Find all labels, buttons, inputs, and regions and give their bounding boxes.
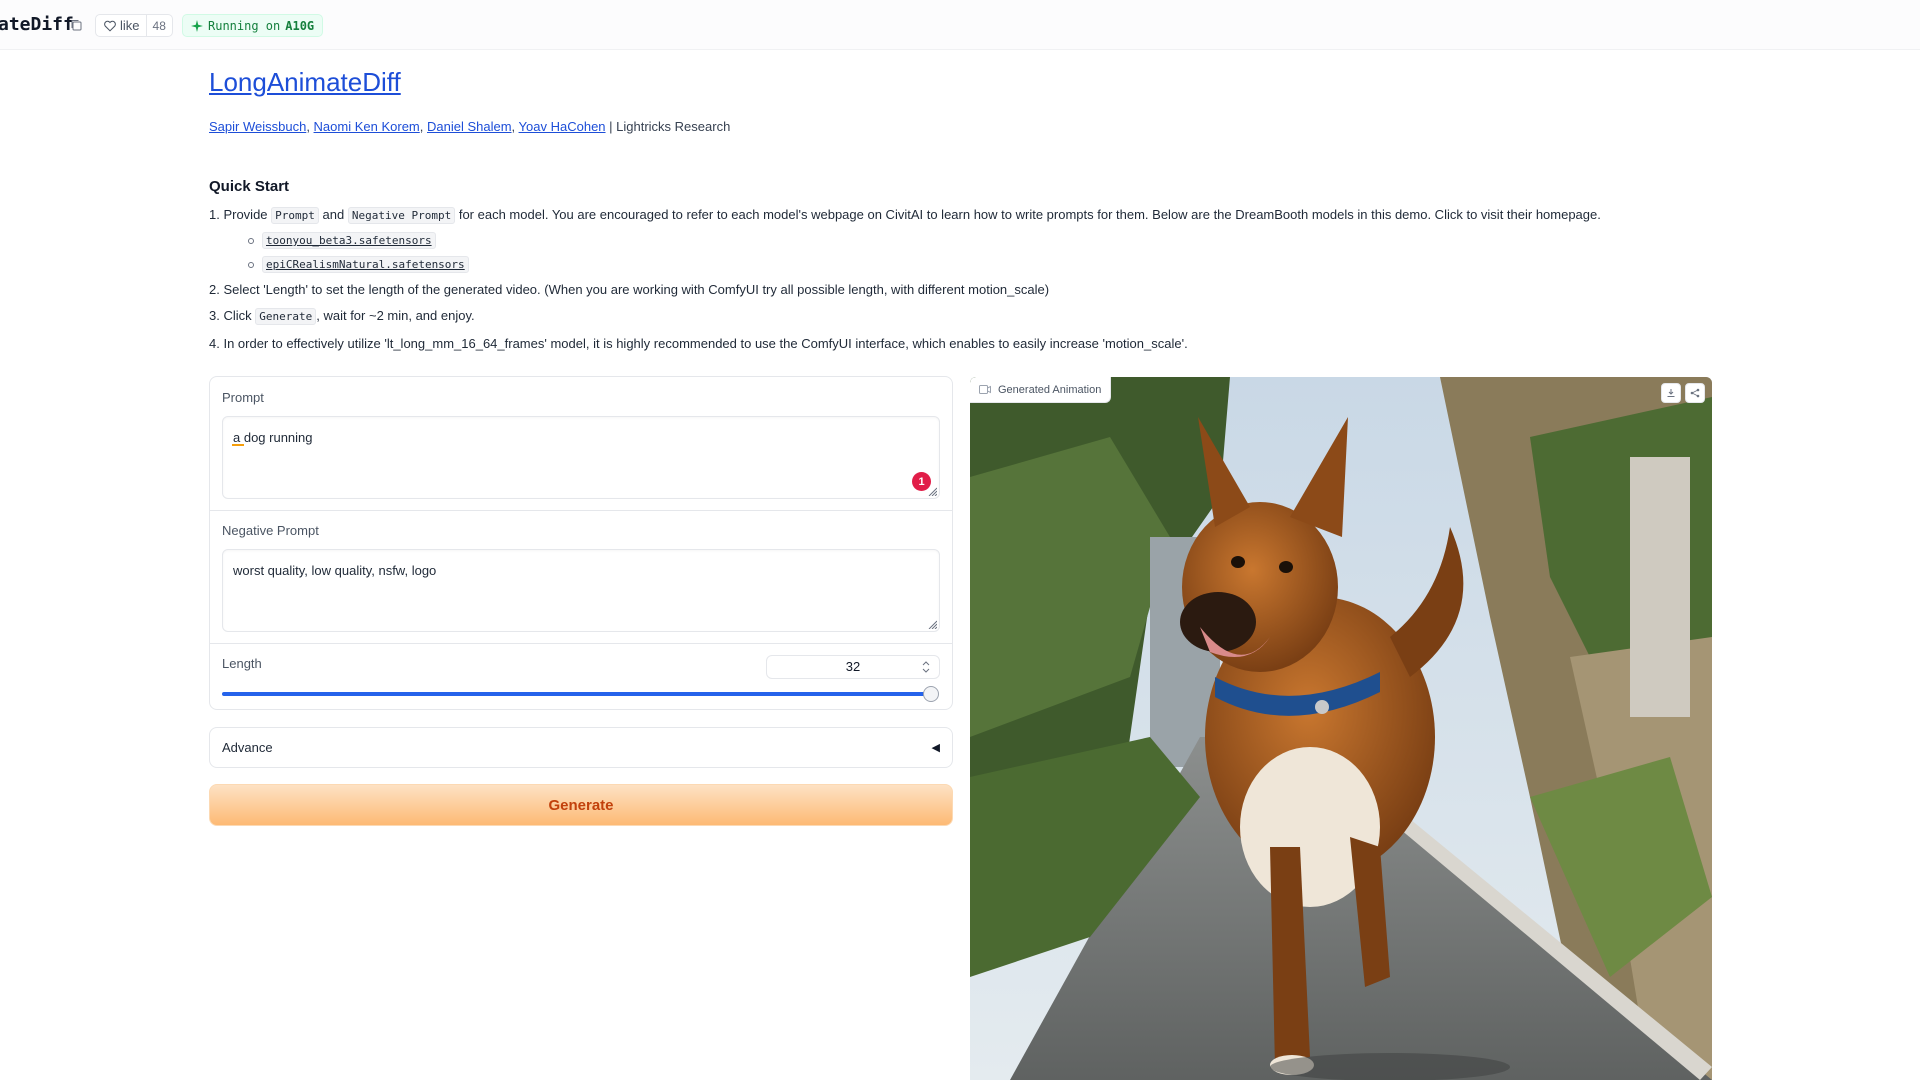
running-badge: Running on A10G [182,14,324,37]
code-prompt: Prompt [271,207,319,224]
like-label: like [120,18,140,33]
hardware-label: A10G [285,18,315,33]
generate-button[interactable]: Generate [209,784,953,826]
bullet-icon [248,261,254,268]
length-number-input[interactable]: 32 [766,655,940,679]
like-button[interactable]: like 48 [95,14,173,37]
bullet-icon [248,237,254,244]
step-3: 3. Click Generate, wait for ~2 min, and … [209,308,475,325]
input-panel: Prompt a dog running 1 Negative Prompt w… [209,376,953,710]
advance-accordion[interactable]: Advance ◀ [209,727,953,768]
negative-prompt-textarea[interactable]: worst quality, low quality, nsfw, logo [222,549,940,632]
prompt-label: Prompt [222,390,264,405]
model-link[interactable]: toonyou_beta3.safetensors [262,232,436,249]
negative-prompt-text: worst quality, low quality, nsfw, logo [233,563,437,578]
length-value: 32 [845,659,861,674]
running-text: Running on [208,18,281,33]
author-link[interactable]: Daniel Shalem [427,119,512,134]
heart-icon [104,20,116,32]
collapse-arrow-icon[interactable]: ◀ [932,741,940,754]
step-2: 2. Select 'Length' to set the length of … [209,282,1050,297]
download-icon [1667,389,1675,397]
share-button[interactable] [1685,383,1705,403]
negative-prompt-label: Negative Prompt [222,523,319,538]
step-1-pre: 1. Provide [209,207,268,222]
spellcheck-underline [232,444,244,446]
author-link[interactable]: Sapir Weissbuch [209,119,306,134]
authors-line: Sapir Weissbuch, Naomi Ken Korem, Daniel… [209,119,731,134]
resize-handle-icon[interactable] [927,486,937,496]
video-camera-icon [979,385,991,394]
author-link[interactable]: Naomi Ken Korem [314,119,420,134]
resize-handle-icon[interactable] [927,619,937,629]
space-name[interactable]: ateDiff [0,14,74,35]
model-list-item[interactable]: epiCRealismNatural.safetensors [248,256,469,273]
step-3-pre: 3. Click [209,308,252,323]
code-negative-prompt: Negative Prompt [347,207,456,224]
length-slider-track[interactable] [222,692,933,696]
divider [210,510,952,511]
author-link[interactable]: Yoav HaCohen [519,119,606,134]
length-slider-thumb[interactable] [923,686,939,702]
prompt-text: a dog running [233,430,313,445]
copy-icon[interactable] [70,19,82,31]
code-generate: Generate [255,308,317,325]
quick-start-heading: Quick Start [209,178,290,195]
generated-animation-label-text: Generated Animation [998,383,1102,396]
generated-animation-video[interactable]: Generated Animation [970,377,1712,1080]
prompt-textarea[interactable]: a dog running 1 [222,416,940,499]
advance-label: Advance [222,740,273,755]
length-label: Length [222,656,262,671]
spinner-arrows-icon[interactable] [921,660,931,674]
model-list-item[interactable]: toonyou_beta3.safetensors [248,232,436,249]
share-icon [1690,388,1700,398]
generated-animation-label: Generated Animation [970,377,1112,403]
model-link[interactable]: epiCRealismNatural.safetensors [262,256,469,273]
like-count: 48 [145,15,172,36]
step-4: 4. In order to effectively utilize 'lt_l… [209,336,1188,351]
step-1: 1. Provide Prompt and Negative Prompt fo… [209,207,1601,224]
affiliation: | Lightricks Research [609,119,731,134]
download-button[interactable] [1661,383,1681,403]
step-1-post: for each model. You are encouraged to re… [458,207,1601,222]
step-3-post: , wait for ~2 min, and enjoy. [316,308,475,323]
spark-icon [191,19,203,32]
dog-running-video-frame [970,377,1712,1080]
step-1-mid: and [322,207,345,222]
divider [210,643,952,644]
page-title[interactable]: LongAnimateDiff [209,67,401,98]
space-header: ateDiff like 48 Running on A10G [0,0,1920,50]
